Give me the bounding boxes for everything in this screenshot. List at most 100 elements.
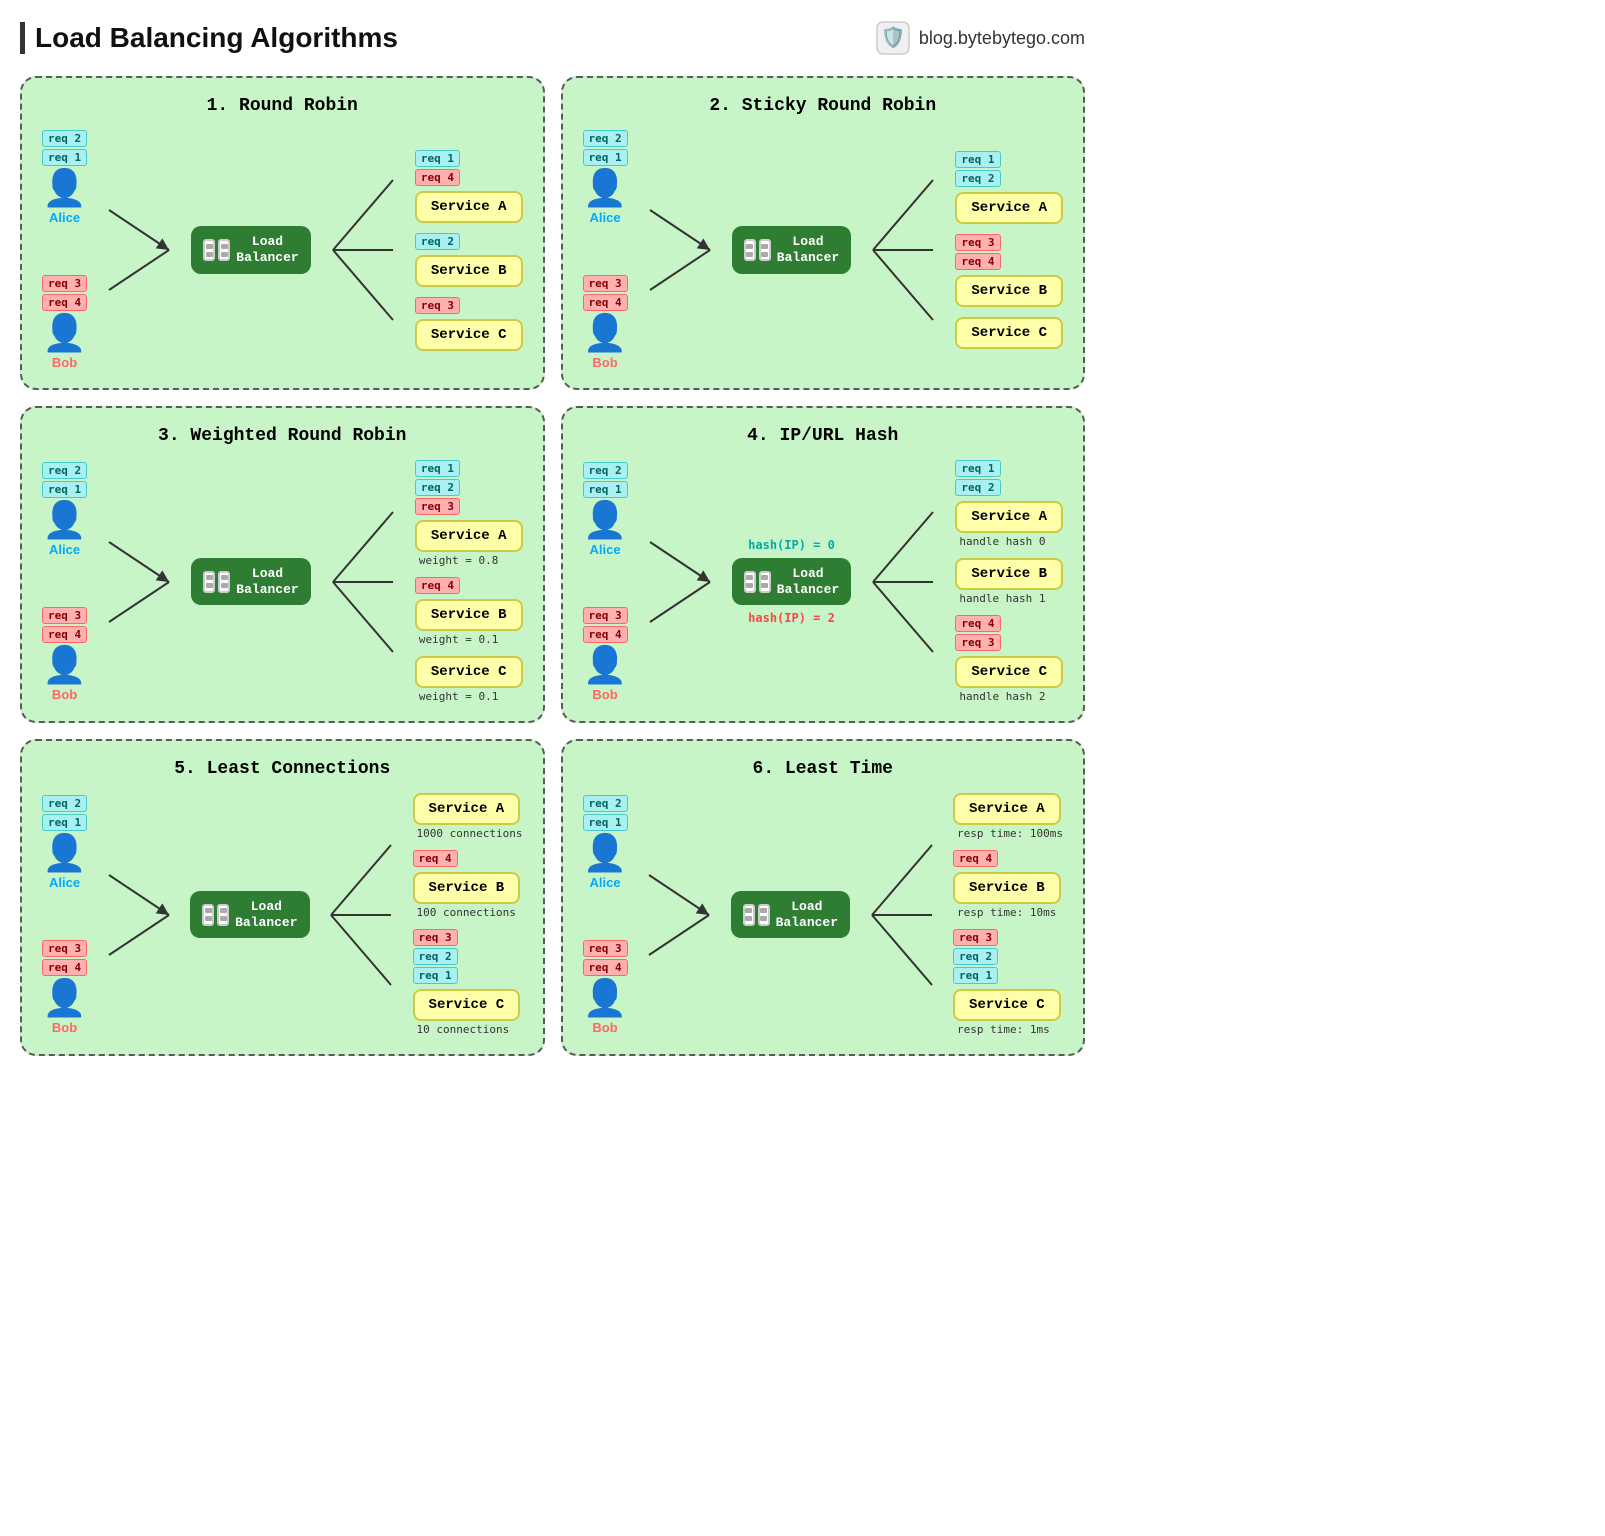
req-tag: req 3: [42, 275, 87, 292]
brand-icon: 🛡️: [875, 20, 911, 56]
service-note-1: weight = 0.1: [415, 633, 498, 646]
service-block-0: Service A resp time: 100ms: [953, 793, 1063, 840]
req-tag: req 4: [413, 850, 458, 867]
req-tag: req 3: [413, 929, 458, 946]
svg-text:🛡️: 🛡️: [880, 25, 905, 49]
panel-ip-url-hash: 4. IP/URL Hashreq 2req 1👤Alicereq 3req 4…: [561, 406, 1086, 723]
service-reqs-1: req 4: [413, 850, 458, 867]
panel-weighted-round-robin: 3. Weighted Round Robinreq 2req 1👤Alicer…: [20, 406, 545, 723]
req-tag: req 1: [413, 967, 458, 984]
diagram: req 2req 1👤Alicereq 3req 4👤BobLoadBalanc…: [583, 130, 1064, 370]
service-box-0: Service A: [415, 520, 523, 552]
bob-block: req 3req 4👤Bob: [42, 275, 87, 370]
service-reqs-1: req 4: [953, 850, 998, 867]
service-note-2: handle hash 2: [955, 690, 1045, 703]
req-tag: req 2: [42, 795, 87, 812]
service-block-1: req 4Service B100 connections: [413, 850, 523, 919]
service-box-2: Service C: [413, 989, 521, 1021]
bob-block: req 3req 4 👤 Bob: [42, 940, 87, 1035]
diagram: req 2req 1👤Alicereq 3req 4👤BobLoadBalanc…: [42, 460, 523, 703]
lb-label: LoadBalancer: [777, 234, 839, 265]
service-note-1: handle hash 1: [955, 592, 1045, 605]
bob-icon: 👤: [583, 980, 628, 1016]
bob-label: Bob: [592, 1020, 617, 1035]
req-tag: req 4: [583, 294, 628, 311]
service-box-0: Service A: [953, 793, 1061, 825]
users-column: req 2req 1👤Alicereq 3req 4👤Bob: [583, 795, 628, 1035]
panel-title: 2. Sticky Round Robin: [583, 96, 1064, 116]
right-arrows: [319, 492, 407, 672]
req-tag: req 2: [42, 462, 87, 479]
services-column: req 1req 2Service Areq 3req 4Service BSe…: [955, 151, 1063, 349]
service-box-0: Service A: [415, 191, 523, 223]
alice-icon: 👤: [583, 835, 628, 871]
alice-icon: 👤: [42, 502, 87, 538]
alice-block: req 2req 1👤Alice: [583, 462, 628, 557]
left-arrows: [636, 522, 724, 642]
service-block-0: req 1req 2Service A: [955, 151, 1063, 224]
req-tag: req 3: [583, 940, 628, 957]
panel-title: 3. Weighted Round Robin: [42, 426, 523, 446]
req-tag: req 3: [42, 940, 87, 957]
right-arrows: [318, 825, 405, 1005]
brand-text: blog.bytebytego.com: [919, 28, 1085, 49]
req-tag: req 2: [583, 130, 628, 147]
service-box-1: Service B: [413, 872, 521, 904]
service-box-2: Service C: [955, 317, 1063, 349]
right-arrows: [859, 160, 947, 340]
alice-icon: 👤: [42, 835, 87, 871]
bob-reqs: req 3req 4: [42, 940, 87, 976]
load-balancer: LoadBalancer: [191, 226, 310, 273]
service-reqs-1: req 4: [415, 577, 460, 594]
service-reqs-0: req 1 req 2: [955, 460, 1000, 496]
panel-sticky-round-robin: 2. Sticky Round Robinreq 2req 1👤Alicereq…: [561, 76, 1086, 390]
service-block-2: Service C: [955, 317, 1063, 349]
service-block-2: req 3Service C: [415, 297, 523, 351]
bob-label: Bob: [52, 1020, 77, 1035]
req-tag: req 4: [583, 626, 628, 643]
site-brand: 🛡️ blog.bytebytego.com: [875, 20, 1085, 56]
lb-label: LoadBalancer: [777, 566, 839, 597]
service-box-2: Service C: [415, 656, 523, 688]
alice-block: req 2req 1👤Alice: [42, 795, 87, 890]
service-reqs-2: req 4req 3: [955, 615, 1000, 651]
bob-icon: 👤: [42, 315, 87, 351]
lb-icon: [203, 571, 230, 593]
service-note-0: resp time: 100ms: [953, 827, 1063, 840]
req-tag: req 3: [583, 607, 628, 624]
bob-reqs: req 3 req 4: [583, 940, 628, 976]
alice-label: Alice: [49, 210, 80, 225]
alice-icon: 👤: [42, 170, 87, 206]
right-arrows: [858, 825, 945, 1005]
service-block-1: req 2Service B: [415, 233, 523, 287]
diagram: req 2req 1👤Alicereq 3req 4👤Bobhash(IP) =…: [583, 460, 1064, 703]
alice-icon: 👤: [583, 502, 628, 538]
req-tag: req 3: [583, 275, 628, 292]
left-arrows: [95, 855, 182, 975]
service-block-0: req 1req 2req 3 Service A weight = 0.8: [415, 460, 523, 567]
service-reqs-0: req 1req 2req 3: [415, 460, 460, 515]
service-box-0: Service A: [955, 192, 1063, 224]
middle-column: LoadBalancer: [190, 891, 309, 938]
service-note-0: weight = 0.8: [415, 554, 498, 567]
req-tag: req 2: [955, 479, 1000, 496]
service-note-2: resp time: 1ms: [953, 1023, 1050, 1036]
load-balancer: LoadBalancer: [732, 558, 851, 605]
lb-icon: [203, 239, 230, 261]
req-tag: req 1: [955, 460, 1000, 477]
service-box-1: Service B: [953, 872, 1061, 904]
alice-reqs: req 2req 1: [42, 462, 87, 498]
bob-icon: 👤: [583, 315, 628, 351]
page-title: Load Balancing Algorithms: [20, 22, 398, 54]
alice-reqs: req 2req 1: [583, 462, 628, 498]
lb-label: LoadBalancer: [776, 899, 838, 930]
service-box-2: Service C: [415, 319, 523, 351]
alice-reqs: req 2req 1: [583, 130, 628, 166]
bob-icon: 👤: [42, 980, 87, 1016]
bob-label: Bob: [592, 687, 617, 702]
service-box-1: Service B: [955, 558, 1063, 590]
req-tag: req 4: [583, 959, 628, 976]
req-tag: req 1: [42, 814, 87, 831]
services-column: req 1req 2req 3Service Aweight = 0.8req …: [415, 460, 523, 703]
req-tag: req 3: [42, 607, 87, 624]
